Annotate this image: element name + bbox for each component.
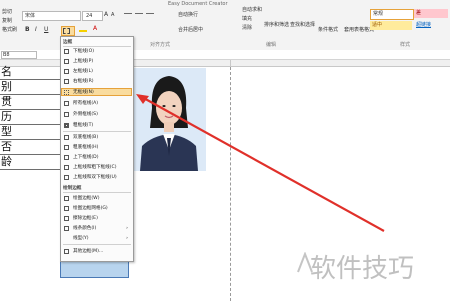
arrow-line xyxy=(139,95,385,232)
watermark: 软件技巧 xyxy=(310,254,415,284)
watermark-logo-icon xyxy=(297,252,313,273)
